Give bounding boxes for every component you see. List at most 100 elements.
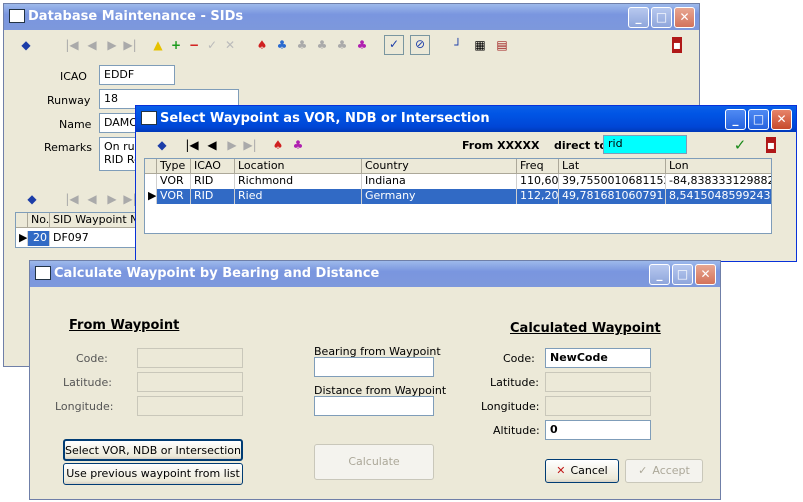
db-title: Database Maintenance - SIDs <box>28 9 244 24</box>
tool-d-icon[interactable]: ♣ <box>354 37 370 53</box>
sub-edit-icon[interactable]: ◆ <box>24 191 40 207</box>
next-record-icon: ▶ <box>227 138 237 152</box>
grid-indicator-header <box>16 213 28 228</box>
import-icon[interactable]: ♣ <box>290 137 306 153</box>
cell-type[interactable]: VOR <box>157 174 191 189</box>
select-title: Select Waypoint as VOR, NDB or Intersect… <box>160 111 490 126</box>
distance-field[interactable] <box>314 396 434 416</box>
sid-waypoint-grid[interactable]: No. SID Waypoint Na ▶ 20 DF097 <box>15 212 145 248</box>
sub-prev-icon: ◀ <box>87 192 97 206</box>
from-code-field <box>137 348 243 368</box>
cell-lat[interactable]: 49,781681060791 <box>559 189 666 204</box>
prev-record-icon[interactable]: ◀ <box>204 137 220 153</box>
maximize-button[interactable]: □ <box>672 264 693 285</box>
cell-country[interactable]: Indiana <box>362 174 517 189</box>
cell-location[interactable]: Ried <box>235 189 362 204</box>
check-icon[interactable]: ✓ <box>384 35 404 55</box>
tool-b-icon: ♣ <box>316 38 328 52</box>
bearing-field[interactable] <box>314 357 434 377</box>
calculator-icon[interactable]: ▦ <box>472 37 488 53</box>
altitude-field[interactable]: 0 <box>545 420 651 440</box>
prev-record-icon: ◀ <box>87 38 97 52</box>
exit-door-icon[interactable]: ▪ <box>766 137 776 153</box>
route-icon[interactable]: ┘ <box>450 37 466 53</box>
cell-lon[interactable]: 8,54150485992432 <box>666 189 771 204</box>
calc-lat-label: Latitude: <box>490 376 539 389</box>
cell-icao[interactable]: RID <box>191 189 235 204</box>
from-lat-label: Latitude: <box>63 376 112 389</box>
accept-check-icon: ✓ <box>638 464 648 477</box>
minimize-button[interactable]: _ <box>649 264 670 285</box>
last-record-icon: ▶| <box>123 38 137 52</box>
cancel-button[interactable]: ✕ Cancel <box>545 459 619 483</box>
print-icon[interactable]: ▤ <box>494 37 510 53</box>
cell-country[interactable]: Germany <box>362 189 517 204</box>
select-titlebar[interactable]: Select Waypoint as VOR, NDB or Intersect… <box>136 106 796 132</box>
calc-lon-label: Longitude: <box>481 400 540 413</box>
maximize-button[interactable]: □ <box>748 109 769 130</box>
cell-freq[interactable]: 110,60 <box>517 174 559 189</box>
select-waypoint-button[interactable]: Select VOR, NDB or Intersection <box>63 439 243 461</box>
calc-code-field[interactable]: NewCode <box>545 348 651 368</box>
minimize-button[interactable]: _ <box>628 7 649 28</box>
minimize-button[interactable]: _ <box>725 109 746 130</box>
db-titlebar[interactable]: Database Maintenance - SIDs _ □ ✕ <box>4 4 699 30</box>
close-button[interactable]: ✕ <box>771 109 792 130</box>
search-input[interactable]: rid <box>603 135 687 154</box>
remarks-field[interactable]: On run RID R- <box>99 137 139 171</box>
from-lon-label: Longitude: <box>55 400 114 413</box>
cell-lon[interactable]: -84,8383331298828 <box>666 174 771 189</box>
from-code-label: Code: <box>76 352 108 365</box>
close-button[interactable]: ✕ <box>695 264 716 285</box>
col-name-header[interactable]: SID Waypoint Na <box>50 213 144 228</box>
col-type-header[interactable]: Type <box>157 159 191 174</box>
delete-icon[interactable]: − <box>186 37 202 53</box>
select-waypoint-window: Select Waypoint as VOR, NDB or Intersect… <box>135 105 797 262</box>
cell-type[interactable]: VOR <box>157 189 191 204</box>
row-indicator: ▶ <box>145 189 157 204</box>
tool-c-icon: ♣ <box>336 38 348 52</box>
col-lon-header[interactable]: Lon <box>666 159 771 174</box>
sub-next-icon: ▶ <box>107 192 117 206</box>
remarks-label: Remarks <box>44 141 92 154</box>
use-previous-button[interactable]: Use previous waypoint from list <box>63 463 243 485</box>
calc-titlebar[interactable]: Calculate Waypoint by Bearing and Distan… <box>30 261 720 287</box>
col-freq-header[interactable]: Freq <box>517 159 559 174</box>
edit-icon[interactable]: ◆ <box>154 137 170 153</box>
from-waypoint-heading: From Waypoint <box>69 318 180 333</box>
row-name[interactable]: DF097 <box>50 231 144 246</box>
export-icon[interactable]: ♠ <box>254 37 270 53</box>
col-lat-header[interactable]: Lat <box>559 159 666 174</box>
tool-a-icon: ♣ <box>296 38 308 52</box>
row-no[interactable]: 20 <box>28 231 50 246</box>
name-label: Name <box>59 118 92 131</box>
col-icao-header[interactable]: ICAO <box>191 159 235 174</box>
accept-label: Accept <box>652 464 690 477</box>
calculate-window: Calculate Waypoint by Bearing and Distan… <box>29 260 721 500</box>
col-location-header[interactable]: Location <box>235 159 362 174</box>
icao-field[interactable]: EDDF <box>99 65 175 85</box>
cell-lat[interactable]: 39,7550010681152 <box>559 174 666 189</box>
maximize-button[interactable]: □ <box>651 7 672 28</box>
waypoint-grid[interactable]: Type ICAO Location Country Freq Lat Lon … <box>144 158 772 234</box>
close-button[interactable]: ✕ <box>674 7 695 28</box>
first-record-icon[interactable]: |◀ <box>184 137 200 153</box>
col-no-header[interactable]: No. <box>28 213 50 228</box>
col-country-header[interactable]: Country <box>362 159 517 174</box>
import-icon[interactable]: ♣ <box>274 37 290 53</box>
row-indicator <box>145 174 157 189</box>
edit-icon[interactable]: ◆ <box>18 37 34 53</box>
export-icon[interactable]: ♠ <box>270 137 286 153</box>
exit-door-icon[interactable]: ▪ <box>672 37 682 53</box>
confirm-check-icon[interactable]: ✓ <box>732 137 748 153</box>
cell-icao[interactable]: RID <box>191 174 235 189</box>
insert-icon[interactable]: ▲ <box>150 37 166 53</box>
cancel-edit-icon: ✕ <box>224 38 236 52</box>
calc-code-label: Code: <box>503 352 535 365</box>
add-icon[interactable]: + <box>168 37 184 53</box>
cell-freq[interactable]: 112,20 <box>517 189 559 204</box>
name-field[interactable]: DAMO <box>99 113 139 133</box>
first-record-icon: |◀ <box>65 38 79 52</box>
no-entry-icon[interactable]: ⊘ <box>410 35 430 55</box>
cell-location[interactable]: Richmond <box>235 174 362 189</box>
